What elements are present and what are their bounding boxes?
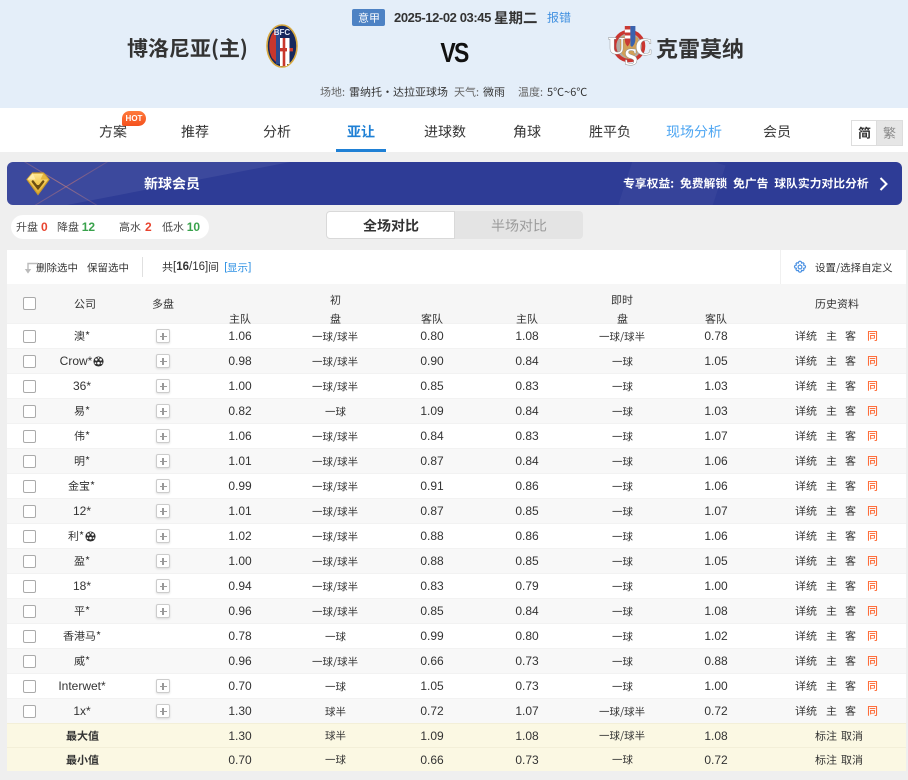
svg-text:S: S [624,45,637,68]
svg-text:U: U [608,34,625,60]
svg-text:BFC: BFC [274,28,291,37]
svg-text:C: C [635,35,652,61]
